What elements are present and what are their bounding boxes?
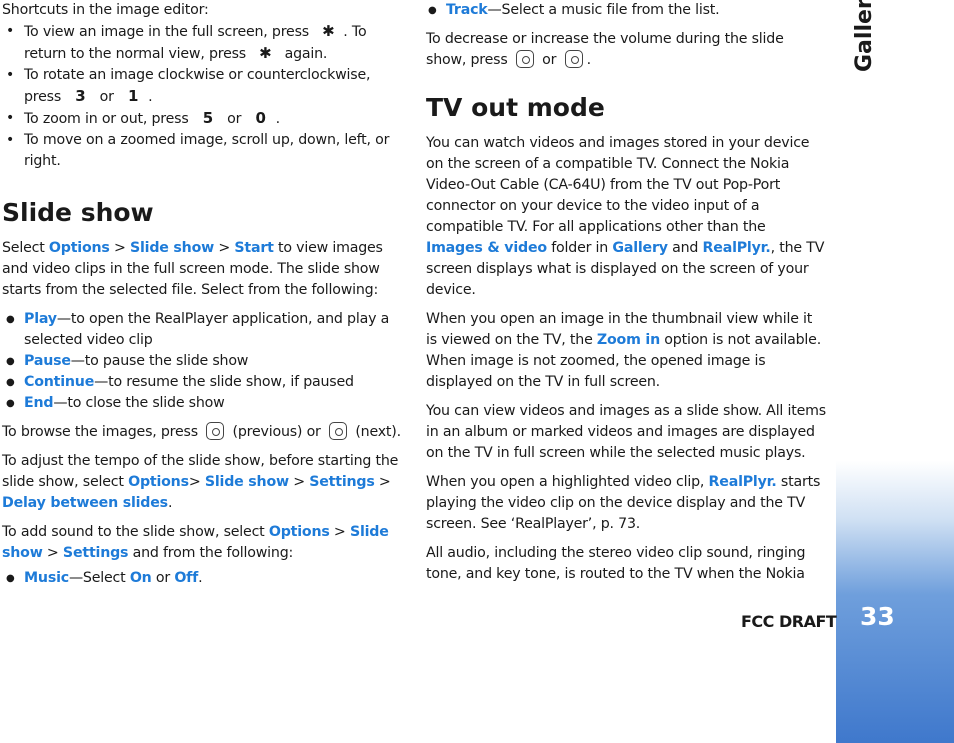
list-item: Continue—to resume the slide show, if pa… [2,372,402,393]
list-item: To zoom in or out, press 5 or 0. [2,108,402,130]
list-item: Play—to open the RealPlayer application,… [2,309,402,351]
tv-paragraph-1: You can watch videos and images stored i… [426,135,825,298]
key-1-icon: 1 [127,87,139,105]
volume-paragraph: To decrease or increase the volume durin… [426,31,784,68]
tv-paragraph-4: When you open a highlighted video clip, … [426,474,821,532]
key-5-icon: 5 [202,109,213,127]
list-item: End—to close the slide show [2,393,402,414]
right-column: Track—Select a music file from the list.… [426,0,826,593]
sound-options-list: Music—Select On or Off. [2,568,402,589]
list-item: Track—Select a music file from the list. [424,0,826,21]
shortcuts-intro: Shortcuts in the image editor: [2,2,209,18]
scroll-left-key-icon [206,422,225,440]
menu-slide-show: Slide show [129,240,215,256]
key-0-icon: 0 [255,109,266,127]
list-item: Music—Select On or Off. [2,568,402,589]
slideshow-paragraph: Select Options > Slide show > Start to v… [2,240,383,298]
browse-paragraph: To browse the images, press (previous) o… [2,422,401,440]
tv-paragraph-5: All audio, including the stereo video cl… [426,545,806,582]
volume-down-key-icon [564,50,583,68]
list-item: To move on a zoomed image, scroll up, do… [2,130,402,172]
slideshow-heading: Slide show [2,198,154,227]
chapter-title: Gallery [852,0,877,72]
slideshow-options-list: Play—to open the RealPlayer application,… [2,309,402,414]
tv-out-heading: TV out mode [426,93,605,122]
tv-paragraph-3: You can view videos and images as a slid… [426,403,826,461]
star-key-icon: ✱ [322,22,335,40]
page-number: 33 [860,602,895,631]
chapter-sidebar [836,0,954,743]
list-item: To rotate an image clockwise or counterc… [2,65,402,108]
tv-paragraph-2: When you open an image in the thumbnail … [426,311,822,390]
list-item: To view an image in the full screen, pre… [2,21,402,65]
left-column: Shortcuts in the image editor: To view a… [2,0,402,597]
list-item: Pause—to pause the slide show [2,351,402,372]
volume-up-key-icon [515,50,534,68]
menu-start: Start [234,240,274,256]
track-list: Track—Select a music file from the list. [424,0,826,21]
draft-label: FCC DRAFT [741,612,837,631]
key-3-icon: 3 [75,87,86,105]
sound-paragraph: To add sound to the slide show, select O… [2,524,389,561]
menu-options: Options [48,240,110,256]
star-key-icon: ✱ [259,44,272,62]
scroll-right-key-icon [329,422,348,440]
tempo-paragraph: To adjust the tempo of the slide show, b… [2,453,399,511]
shortcuts-list: To view an image in the full screen, pre… [2,21,402,172]
